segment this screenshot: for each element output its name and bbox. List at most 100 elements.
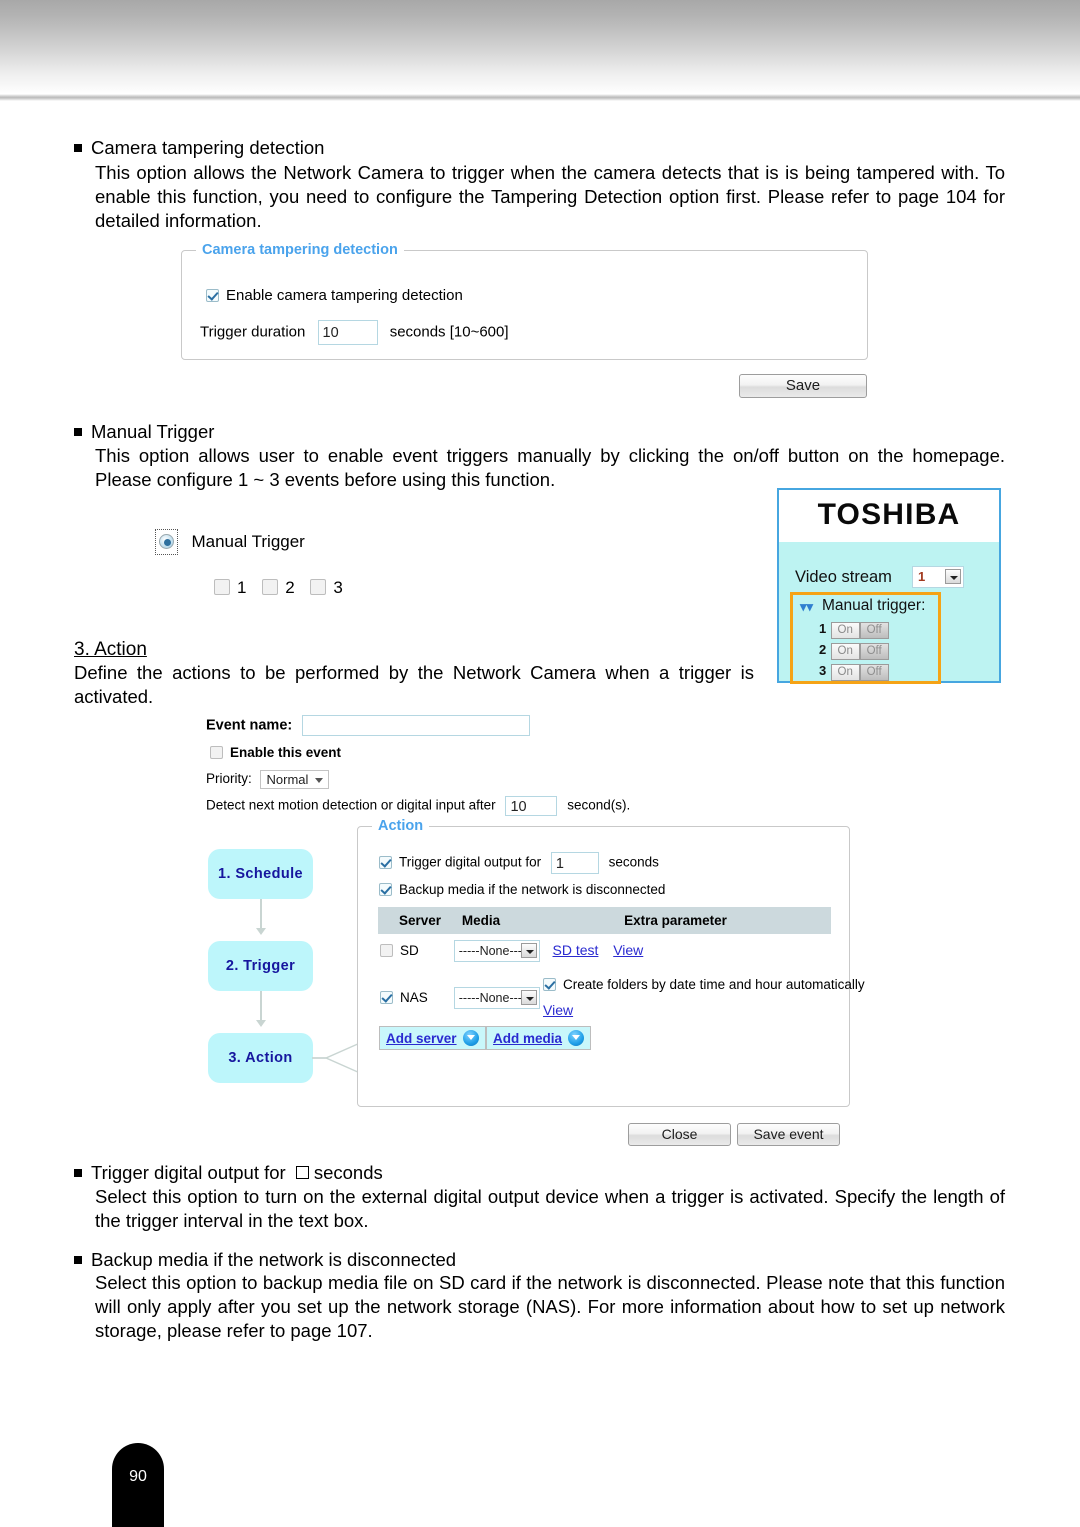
priority-select[interactable]: Normal: [259, 770, 330, 789]
detect-next-input[interactable]: 10: [505, 796, 558, 816]
camera-tampering-heading: Camera tampering detection: [74, 136, 1010, 160]
page-header-band: [0, 0, 1080, 94]
step-button-schedule[interactable]: 1. Schedule: [208, 849, 313, 899]
bullet-square-icon: [74, 1256, 82, 1264]
camera-tampering-heading-text: Camera tampering detection: [91, 137, 325, 158]
sd-row-media-select[interactable]: -----None-----: [453, 940, 540, 962]
bullet-square-icon: [74, 428, 82, 436]
manual-trigger-checkbox-row[interactable]: 1 2 3: [214, 578, 343, 598]
manual-trigger-row-3-on[interactable]: On: [830, 664, 860, 681]
video-stream-label: Video stream: [795, 568, 892, 586]
backup-media-heading: Backup media if the network is disconnec…: [74, 1248, 1010, 1272]
sd-row-media-value: -----None-----: [458, 944, 531, 958]
backup-media-body: Select this option to backup media file …: [95, 1272, 1005, 1342]
manual-trigger-row-1-off[interactable]: Off: [859, 622, 889, 639]
add-server-button[interactable]: Add server: [379, 1026, 486, 1050]
action-fieldset: Action Trigger digital output for 1 seco…: [357, 818, 865, 1107]
chevron-expand-icon[interactable]: ▾▾: [800, 599, 813, 615]
add-server-label: Add server: [386, 1031, 457, 1046]
manual-trigger-row-3[interactable]: 3 On Off: [819, 662, 889, 681]
nas-row-media-value: -----None-----: [458, 991, 531, 1005]
bullet-square-icon: [74, 1169, 82, 1177]
manual-trigger-heading: Manual Trigger: [74, 420, 1010, 444]
detect-next-label: Detect next motion detection or digital …: [206, 797, 496, 813]
priority-row: Priority: Normal: [206, 770, 330, 789]
trigger-digital-output-input[interactable]: 1: [550, 852, 599, 874]
action-table-header-server: Server: [398, 913, 442, 928]
manual-trigger-row-1[interactable]: 1 On Off: [819, 620, 889, 639]
chevron-down-icon[interactable]: [315, 778, 324, 783]
manual-trigger-radio[interactable]: [159, 534, 174, 549]
toshiba-logo-bar: TOSHIBA: [779, 490, 999, 542]
chevron-down-icon[interactable]: [520, 943, 537, 958]
nas-row-checkbox[interactable]: [380, 990, 393, 1004]
sd-test-link[interactable]: SD test: [553, 942, 599, 958]
chevron-down-circle-icon: [568, 1030, 585, 1046]
trigger-duration-input[interactable]: 10: [317, 320, 378, 345]
action-table-row-nas[interactable]: NAS -----None-----: [380, 987, 540, 1009]
manual-trigger-row-1-num: 1: [819, 621, 827, 636]
nas-view-link[interactable]: View: [543, 1002, 573, 1018]
trigger-digital-output-row[interactable]: Trigger digital output for 1 seconds: [379, 852, 659, 874]
manual-trigger-checkbox-1[interactable]: [214, 579, 230, 595]
save-button[interactable]: Save: [739, 374, 867, 398]
manual-trigger-radio-focus[interactable]: [155, 529, 178, 555]
camera-tampering-fieldset: Camera tampering detection Enable camera…: [181, 242, 868, 360]
chevron-down-icon[interactable]: [520, 990, 537, 1005]
save-event-button[interactable]: Save event: [737, 1123, 840, 1146]
trigger-digital-output-suffix: seconds: [608, 854, 659, 870]
page-number: 90: [129, 1468, 147, 1485]
event-name-label: Event name:: [206, 717, 293, 734]
action-table-header: Server Media Extra parameter: [378, 907, 831, 934]
enable-camera-tampering-checkbox[interactable]: [206, 289, 219, 302]
manual-trigger-row-2-off[interactable]: Off: [859, 643, 889, 660]
step-button-trigger[interactable]: 2. Trigger: [208, 941, 313, 991]
action-section-title: 3. Action: [74, 639, 147, 660]
trigger-duration-suffix: seconds [10~600]: [389, 323, 509, 341]
camera-tampering-body: This option allows the Network Camera to…: [95, 162, 1005, 232]
close-button[interactable]: Close: [628, 1123, 731, 1146]
create-folders-row[interactable]: Create folders by date time and hour aut…: [543, 977, 865, 992]
manual-trigger-checkbox-3[interactable]: [310, 579, 327, 595]
inline-textbox-glyph: [295, 1166, 309, 1179]
priority-value: Normal: [266, 772, 309, 787]
manual-trigger-checkbox-2[interactable]: [262, 579, 279, 595]
video-stream-select[interactable]: 1: [912, 566, 964, 588]
step-connector-2: [260, 991, 262, 1023]
enable-this-event-row[interactable]: Enable this event: [210, 745, 341, 760]
action-fieldset-legend: Action: [372, 818, 430, 834]
step-connector-2-arrow-icon: [256, 1020, 266, 1027]
enable-this-event-checkbox[interactable]: [210, 746, 223, 759]
trigger-digital-output-checkbox[interactable]: [379, 855, 392, 869]
create-folders-checkbox[interactable]: [543, 978, 556, 991]
manual-trigger-row-3-off[interactable]: Off: [859, 664, 889, 681]
backup-media-checkbox[interactable]: [379, 883, 392, 896]
step-button-action[interactable]: 3. Action: [208, 1033, 313, 1083]
action-table-header-check: [378, 907, 398, 934]
event-name-input[interactable]: [302, 715, 531, 736]
manual-trigger-widget-row[interactable]: Manual Trigger: [155, 529, 305, 555]
step-connector-1-arrow-icon: [256, 928, 266, 935]
trigger-digital-output-heading: Trigger digital output for seconds: [74, 1161, 1010, 1185]
add-media-button[interactable]: Add media: [486, 1026, 592, 1050]
backup-media-row[interactable]: Backup media if the network is disconnec…: [379, 882, 665, 897]
manual-trigger-row-3-num: 3: [819, 663, 827, 678]
manual-trigger-row-2[interactable]: 2 On Off: [819, 641, 889, 660]
action-table-header-media: Media: [461, 913, 501, 928]
backup-media-label: Backup media if the network is disconnec…: [399, 882, 666, 897]
manual-trigger-panel-label: Manual trigger:: [822, 597, 926, 614]
manual-trigger-body: This option allows user to enable event …: [95, 445, 1005, 491]
add-media-label: Add media: [493, 1031, 563, 1046]
action-table-header-extra: Extra parameter: [624, 913, 727, 928]
chevron-down-icon[interactable]: [945, 569, 961, 584]
nas-row-server-label: NAS: [400, 989, 428, 1005]
enable-camera-tampering-row[interactable]: Enable camera tampering detection: [206, 287, 463, 304]
sd-row-checkbox[interactable]: [380, 943, 393, 957]
nas-row-media-select[interactable]: -----None-----: [453, 987, 540, 1009]
manual-trigger-row-1-on[interactable]: On: [830, 622, 860, 639]
trigger-digital-output-body: Select this option to turn on the extern…: [95, 1186, 1005, 1232]
manual-trigger-highlight-box: ▾▾ Manual trigger: 1 On Off 2 On Off 3 On O…: [790, 592, 941, 684]
action-table-row-sd[interactable]: SD -----None----- SD test View: [380, 940, 643, 962]
sd-view-link[interactable]: View: [613, 942, 643, 958]
manual-trigger-row-2-on[interactable]: On: [830, 643, 860, 660]
